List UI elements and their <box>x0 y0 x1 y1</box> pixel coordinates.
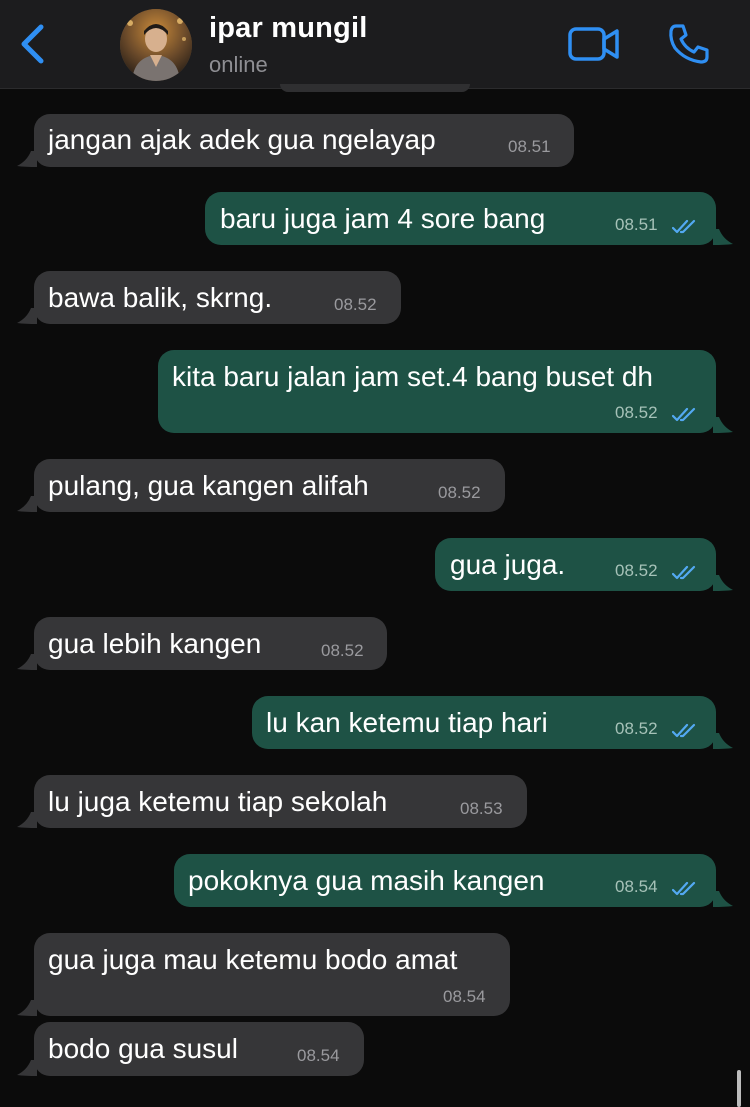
message-text: bodo gua susul <box>48 1033 238 1064</box>
message-text: lu kan ketemu tiap hari <box>266 707 548 738</box>
outgoing-message[interactable]: pokoknya gua masih kangen 08.54 <box>174 854 733 907</box>
message-text: kita baru jalan jam set.4 bang buset dh <box>172 361 653 392</box>
message-text: gua lebih kangen <box>48 628 262 659</box>
bubble-tail <box>17 496 37 512</box>
scrollbar[interactable] <box>737 1070 741 1107</box>
bubble-tail <box>17 654 37 670</box>
message-time: 08.52 <box>321 641 364 660</box>
outgoing-message[interactable]: kita baru jalan jam set.4 bang buset dh 0… <box>158 350 733 433</box>
message-text: gua juga mau ketemu bodo amat <box>48 944 458 975</box>
message-text: pulang, gua kangen alifah <box>48 470 369 501</box>
chat-header: ipar mungil online <box>0 0 750 89</box>
incoming-message[interactable]: jangan ajak adek gua ngelayap 08.51 <box>17 114 574 167</box>
message-time: 08.52 <box>334 295 377 314</box>
incoming-message[interactable]: gua lebih kangen 08.52 <box>17 617 387 670</box>
bubble-tail <box>713 229 733 245</box>
incoming-message[interactable]: gua juga mau ketemu bodo amat 08.54 <box>17 933 510 1016</box>
outgoing-message[interactable]: baru juga jam 4 sore bang 08.51 <box>205 192 733 245</box>
message-text: baru juga jam 4 sore bang <box>220 203 546 234</box>
previous-message-edge <box>280 84 470 92</box>
message-time: 08.54 <box>443 987 486 1006</box>
message-time: 08.52 <box>615 561 658 580</box>
message-time: 08.53 <box>460 799 503 818</box>
voice-call-button[interactable] <box>664 20 714 68</box>
double-check-icon <box>672 219 696 234</box>
phone-icon <box>669 24 709 64</box>
incoming-message[interactable]: lu juga ketemu tiap sekolah 08.53 <box>17 775 527 828</box>
bubble-tail <box>17 151 37 167</box>
double-check-icon <box>672 881 696 896</box>
video-call-button[interactable] <box>566 22 622 66</box>
message-time: 08.51 <box>508 137 551 156</box>
avatar[interactable] <box>120 9 192 81</box>
video-camera-icon <box>568 27 619 61</box>
message-time: 08.52 <box>615 719 658 738</box>
message-text: jangan ajak adek gua ngelayap <box>48 124 436 155</box>
double-check-icon <box>672 565 696 580</box>
message-time: 08.54 <box>297 1046 340 1065</box>
message-text: bawa balik, skrng. <box>48 282 273 313</box>
outgoing-message[interactable]: lu kan ketemu tiap hari 08.52 <box>252 696 733 749</box>
message-time: 08.52 <box>438 483 481 502</box>
message-time: 08.54 <box>615 877 658 896</box>
chevron-left-icon <box>21 24 44 64</box>
message-text: pokoknya gua masih kangen <box>188 865 545 896</box>
message-time: 08.51 <box>615 215 658 234</box>
incoming-message[interactable]: bodo gua susul 08.54 <box>17 1022 364 1076</box>
outgoing-message[interactable]: gua juga. 08.52 <box>435 538 733 591</box>
back-button[interactable] <box>12 20 52 68</box>
message-time: 08.52 <box>615 403 658 422</box>
bubble-tail <box>713 575 733 591</box>
bubble-tail <box>17 308 37 324</box>
contact-name[interactable]: ipar mungil <box>209 12 368 45</box>
double-check-icon <box>672 407 696 422</box>
message-text: lu juga ketemu tiap sekolah <box>48 786 388 817</box>
double-check-icon <box>672 723 696 738</box>
bubble-tail <box>713 417 733 433</box>
bubble-tail <box>17 1000 37 1016</box>
bubble-tail <box>713 891 733 907</box>
incoming-message[interactable]: bawa balik, skrng. 08.52 <box>17 271 401 324</box>
incoming-message[interactable]: pulang, gua kangen alifah 08.52 <box>17 459 505 512</box>
contact-status: online <box>209 52 268 77</box>
bubble-tail <box>17 1060 37 1076</box>
message-text: gua juga. <box>450 549 566 580</box>
bubble-tail <box>713 733 733 749</box>
bubble-tail <box>17 812 37 828</box>
